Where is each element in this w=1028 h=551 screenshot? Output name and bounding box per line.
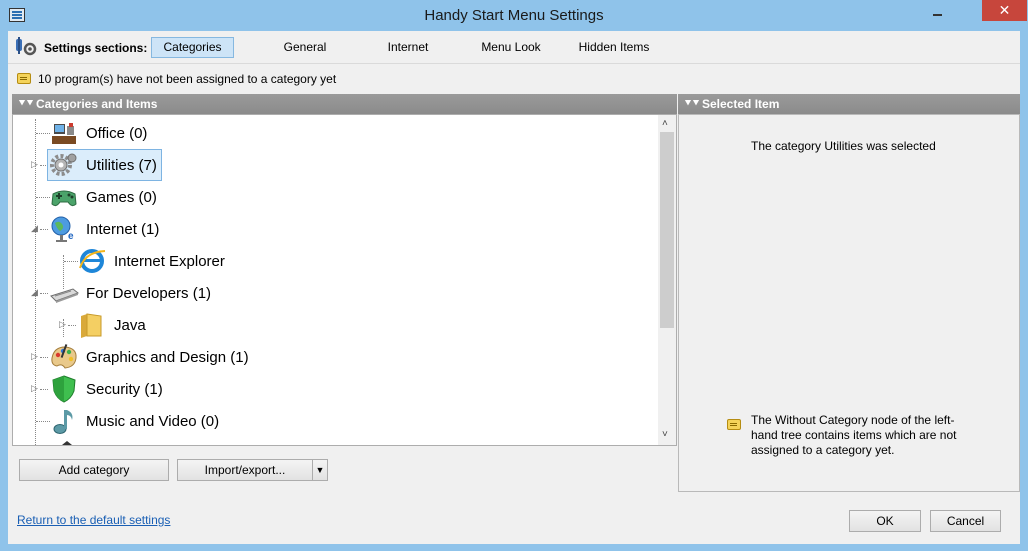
- music-note-icon: [53, 410, 73, 434]
- palette-icon: [51, 344, 77, 369]
- tree-item-label: Music and Video (0): [86, 413, 220, 430]
- return-to-default-settings-link[interactable]: Return to the default settings: [17, 513, 170, 527]
- tree-item-music-and-video[interactable]: Music and Video (0): [13, 405, 653, 437]
- tree-item-office[interactable]: Office (0): [13, 117, 653, 149]
- tree-item-label: Office (0): [86, 125, 148, 142]
- tree-item-label: Java: [114, 317, 146, 334]
- close-button[interactable]: ✕: [982, 0, 1027, 21]
- tree-item-label: Internet (1): [86, 221, 160, 238]
- cancel-button[interactable]: Cancel: [930, 510, 1001, 532]
- import-export-label: Import/export...: [204, 463, 286, 477]
- selected-item-panel-header[interactable]: ⯆⯆ Selected Item: [678, 94, 1020, 114]
- unassigned-notice: 10 program(s) have not been assigned to …: [8, 66, 1020, 92]
- gear-icon: [50, 153, 77, 176]
- tree-item-games[interactable]: Games (0): [13, 181, 653, 213]
- tree-item-for-developers[interactable]: ◢ For Developers (1): [13, 277, 653, 309]
- app-window: Handy Start Menu Settings ✕ Settings sec…: [0, 0, 1028, 551]
- tree-item-utilities[interactable]: ▷ Utilities (7): [13, 149, 653, 181]
- scroll-down-arrow-icon[interactable]: ˅: [662, 429, 668, 440]
- svg-text:e: e: [68, 231, 74, 242]
- note-icon: [17, 73, 31, 84]
- dialog-body: Settings sections: Categories General In…: [8, 31, 1020, 544]
- title-bar[interactable]: Handy Start Menu Settings ✕: [0, 0, 1028, 31]
- scroll-up-arrow-icon[interactable]: ˄: [662, 118, 668, 129]
- tree-item-internet-explorer[interactable]: Internet Explorer: [13, 245, 653, 277]
- keyboard-icon: [50, 288, 79, 303]
- tab-menu-look[interactable]: Menu Look: [471, 37, 551, 58]
- selected-item-panel-title: Selected Item: [702, 97, 780, 111]
- gamepad-icon: [51, 190, 77, 207]
- notice-text: 10 program(s) have not been assigned to …: [38, 72, 337, 86]
- note-icon: [727, 419, 741, 430]
- tree-item-java[interactable]: ▷ Java: [13, 309, 653, 341]
- settings-sections-icon: [16, 37, 37, 56]
- folder-icon: [81, 313, 102, 338]
- tab-hidden-items[interactable]: Hidden Items: [571, 37, 657, 58]
- tree-item-label: Graphics and Design (1): [86, 349, 249, 366]
- tree-item-label: Utilities (7): [86, 157, 157, 174]
- tree-item-label: For Developers (1): [86, 285, 212, 302]
- tab-categories[interactable]: Categories: [151, 37, 234, 58]
- tab-internet[interactable]: Internet: [373, 37, 443, 58]
- tree-item-graphics-and-design[interactable]: ▷ Graphics and Design (1): [13, 341, 653, 373]
- window-title: Handy Start Menu Settings: [424, 7, 604, 24]
- minimize-button[interactable]: [920, 2, 954, 24]
- sections-bar: Settings sections: Categories General In…: [8, 31, 1020, 64]
- selected-item-text: The category Utilities was selected: [751, 139, 936, 153]
- tree-item-security[interactable]: ▷ Security (1): [13, 373, 653, 405]
- tree-scrollbar[interactable]: ˄ ˅: [658, 115, 676, 445]
- ok-button[interactable]: OK: [849, 510, 921, 532]
- import-export-button[interactable]: Import/export... ▼: [177, 459, 328, 481]
- globe-icon: e: [51, 216, 74, 242]
- tab-general[interactable]: General: [270, 37, 340, 58]
- selected-item-panel: The category Utilities was selected The …: [678, 114, 1020, 492]
- shield-icon: [52, 375, 76, 403]
- scrollbar-thumb[interactable]: [660, 132, 674, 328]
- categories-tree[interactable]: Office (0) ▷ Utilities (7) Games (0) ◢ e…: [12, 114, 677, 446]
- tree-item-label: Internet Explorer: [114, 253, 225, 270]
- collapse-chevron-icon[interactable]: ⯆⯆: [18, 94, 34, 114]
- dropdown-arrow-icon[interactable]: ▼: [312, 460, 327, 480]
- internet-explorer-icon: [79, 249, 106, 273]
- add-category-button[interactable]: Add category: [19, 459, 169, 481]
- sections-label: Settings sections:: [44, 41, 148, 55]
- tree-item-label: Games (0): [86, 189, 157, 206]
- hint-text: The Without Category node of the left-ha…: [751, 413, 957, 457]
- categories-panel-title: Categories and Items: [36, 97, 158, 111]
- tree-item-internet[interactable]: ◢ e Internet (1): [13, 213, 653, 245]
- office-icon: [52, 123, 76, 144]
- collapse-chevron-icon[interactable]: ⯆⯆: [684, 94, 700, 114]
- tree-item-label: Security (1): [86, 381, 163, 398]
- partial-item-icon: [62, 441, 72, 445]
- categories-panel-header[interactable]: ⯆⯆ Categories and Items: [12, 94, 677, 114]
